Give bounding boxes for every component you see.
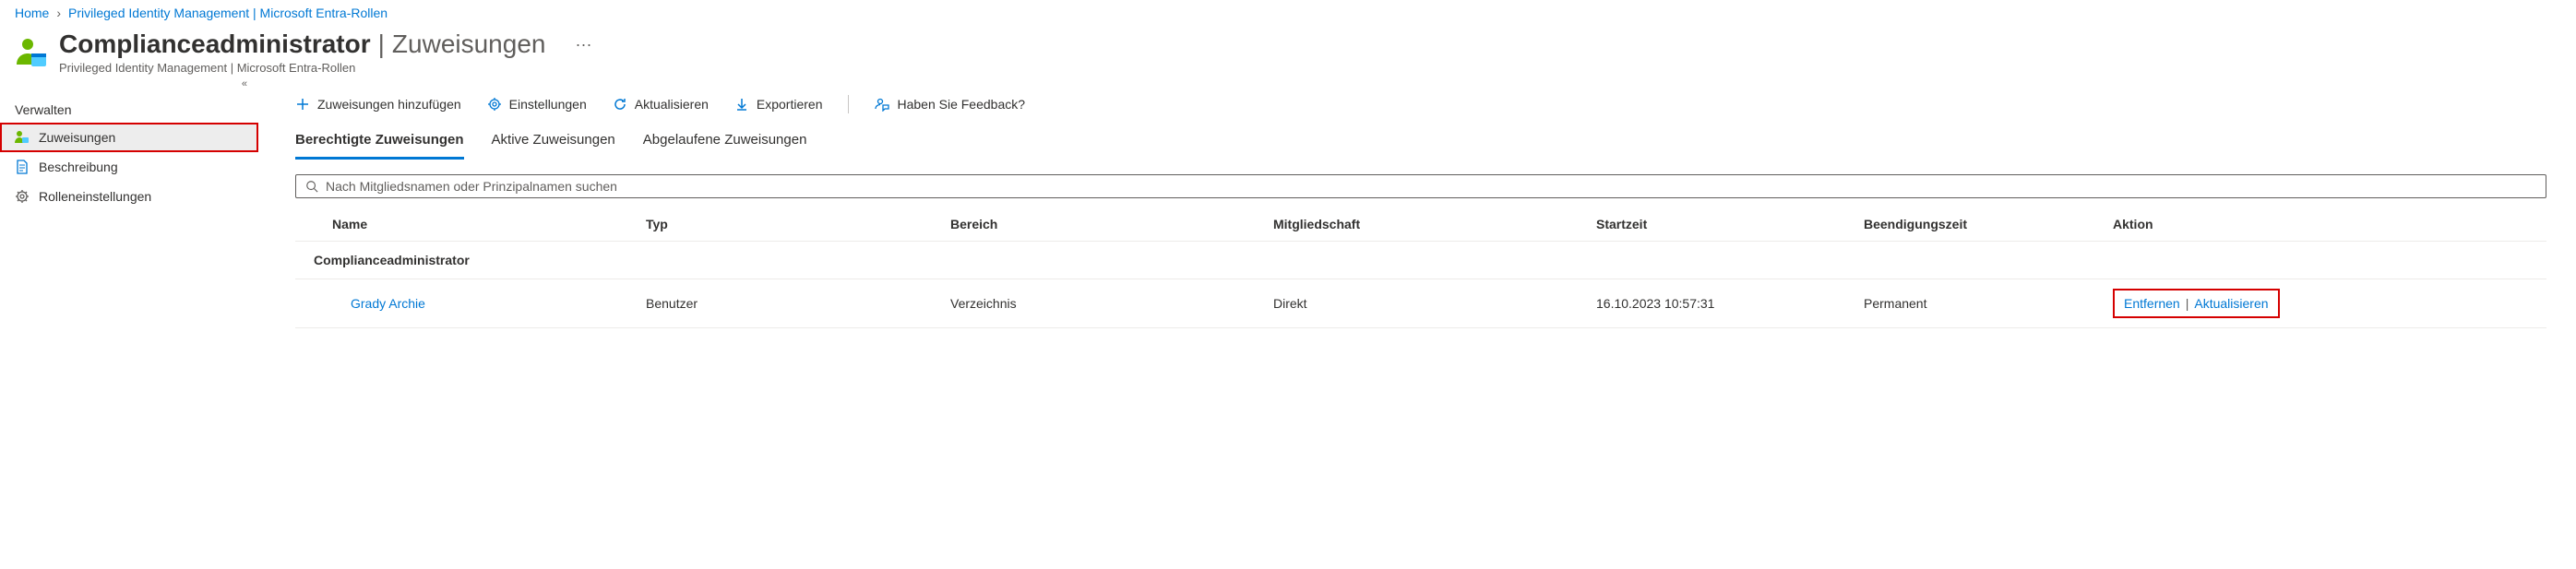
sidebar-item-label: Rolleneinstellungen [39,189,151,204]
cell-type: Benutzer [646,296,950,311]
th-name[interactable]: Name [332,217,646,231]
collapse-sidebar-button[interactable]: « [242,78,247,89]
sidebar-item-description[interactable]: Beschreibung [0,152,258,182]
role-icon [15,35,48,68]
toolbar-divider [848,95,849,113]
toolbar: Zuweisungen hinzufügen Einstellungen Akt… [295,91,2554,126]
more-actions-button[interactable]: ··· [575,35,591,54]
page-subtitle: Privileged Identity Management | Microso… [59,61,591,75]
tab-eligible-assignments[interactable]: Berechtigte Zuweisungen [295,126,464,160]
th-scope[interactable]: Bereich [950,217,1273,231]
table-group-header: Complianceadministrator [295,242,2546,279]
toolbar-label: Haben Sie Feedback? [897,97,1025,112]
page-title-section: Zuweisungen [392,30,546,59]
member-name-link[interactable]: Grady Archie [351,296,425,311]
page-title-role: Complianceadministrator [59,30,371,59]
th-membership[interactable]: Mitgliedschaft [1273,217,1596,231]
gear-icon [487,97,502,112]
refresh-button[interactable]: Aktualisieren [613,97,709,112]
action-separator: | [2186,296,2189,311]
document-icon [15,160,30,174]
page-header: Complianceadministrator | Zuweisungen ··… [0,30,2576,75]
feedback-button[interactable]: Haben Sie Feedback? [875,97,1025,112]
toolbar-label: Aktualisieren [635,97,709,112]
main-content: Zuweisungen hinzufügen Einstellungen Akt… [258,75,2576,328]
breadcrumb-home[interactable]: Home [15,6,49,20]
tab-expired-assignments[interactable]: Abgelaufene Zuweisungen [643,126,807,160]
cell-end-time: Permanent [1864,296,2113,311]
plus-icon [295,97,310,112]
search-icon [305,180,318,193]
th-start[interactable]: Startzeit [1596,217,1864,231]
sidebar-item-label: Beschreibung [39,160,118,174]
cell-start-time: 16.10.2023 10:57:31 [1596,296,1864,311]
download-icon [734,97,749,112]
settings-button[interactable]: Einstellungen [487,97,587,112]
sidebar-item-assignments[interactable]: Zuweisungen [0,123,258,152]
sidebar: « Verwalten Zuweisungen Be [0,75,258,328]
tabs: Berechtigte Zuweisungen Aktive Zuweisung… [295,126,2554,160]
th-end[interactable]: Beendigungszeit [1864,217,2113,231]
table-header-row: Name Typ Bereich Mitgliedschaft Startzei… [295,207,2546,242]
toolbar-label: Einstellungen [509,97,587,112]
toolbar-label: Zuweisungen hinzufügen [317,97,461,112]
th-type[interactable]: Typ [646,217,950,231]
remove-button[interactable]: Entfernen [2124,296,2180,311]
cell-scope: Verzeichnis [950,296,1273,311]
title-separator: | [378,30,385,59]
add-assignments-button[interactable]: Zuweisungen hinzufügen [295,97,461,112]
refresh-icon [613,97,627,112]
search-container [295,174,2546,198]
sidebar-item-role-settings[interactable]: Rolleneinstellungen [0,182,258,211]
breadcrumb-parent[interactable]: Privileged Identity Management | Microso… [68,6,388,20]
assignments-table: Name Typ Bereich Mitgliedschaft Startzei… [295,207,2546,328]
search-input[interactable] [326,179,2536,194]
toolbar-label: Exportieren [757,97,823,112]
sidebar-section-label: Verwalten [0,86,258,123]
feedback-icon [875,97,889,112]
cell-membership: Direkt [1273,296,1596,311]
update-button[interactable]: Aktualisieren [2194,296,2268,311]
row-actions: Entfernen | Aktualisieren [2113,289,2280,318]
breadcrumb: Home › Privileged Identity Management | … [0,0,2576,30]
table-row: Grady Archie Benutzer Verzeichnis Direkt… [295,279,2546,328]
tab-active-assignments[interactable]: Aktive Zuweisungen [492,126,615,160]
export-button[interactable]: Exportieren [734,97,823,112]
chevron-right-icon: › [56,6,61,20]
assignments-icon [15,130,30,145]
th-action: Aktion [2113,217,2546,231]
gear-icon [15,189,30,204]
sidebar-item-label: Zuweisungen [39,130,115,145]
